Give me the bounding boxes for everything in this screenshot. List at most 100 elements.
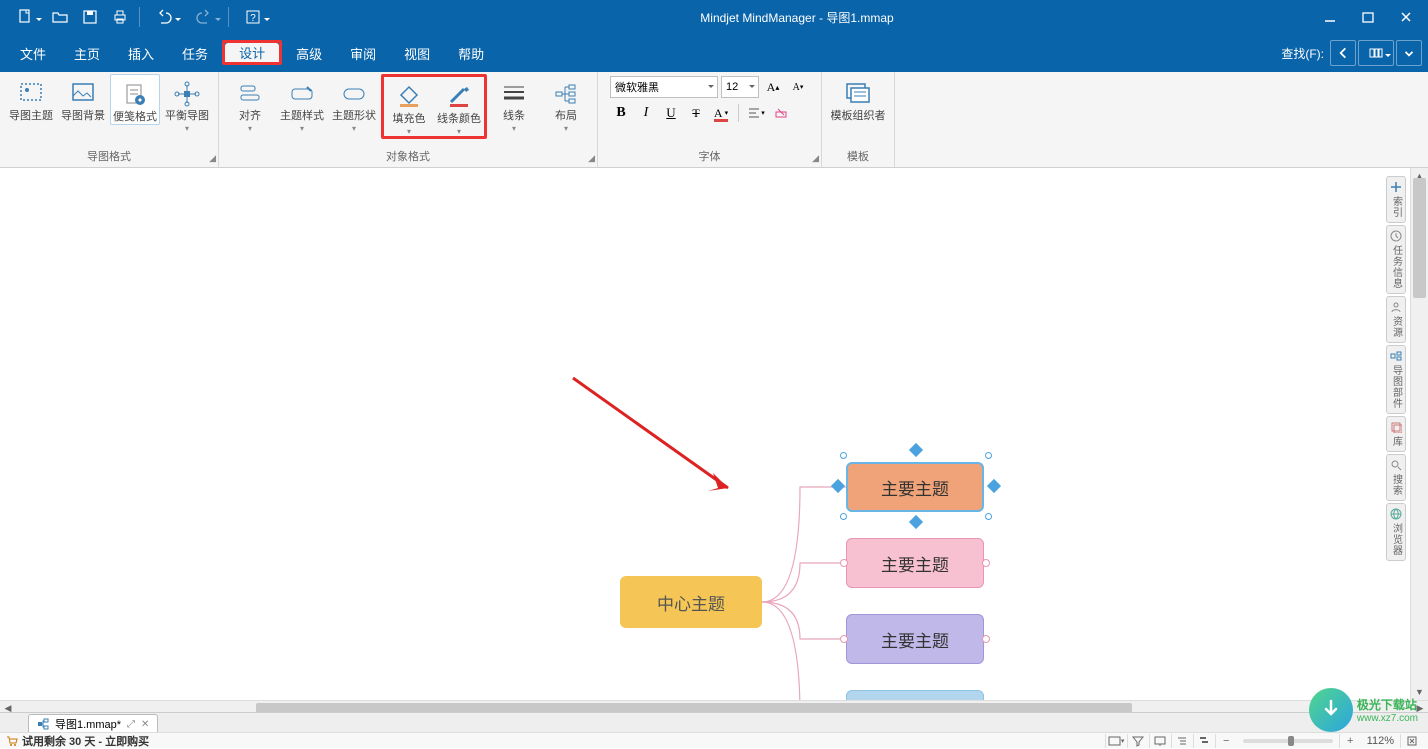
new-file-button[interactable] bbox=[6, 4, 44, 30]
handle-w[interactable] bbox=[831, 479, 845, 493]
ribbon-group-map-format: 导图主题 导图背景 便笺格式 平衡导图 ▾ 导图格式 ◢ bbox=[0, 72, 219, 167]
balance-map-button[interactable]: 平衡导图 ▾ bbox=[162, 74, 212, 133]
open-file-button[interactable] bbox=[46, 4, 74, 30]
handle-s[interactable] bbox=[909, 515, 923, 529]
menu-view[interactable]: 视图 bbox=[390, 34, 444, 72]
connector-dot[interactable] bbox=[840, 635, 848, 643]
note-format-button[interactable]: 便笺格式 bbox=[110, 74, 160, 125]
dialog-launcher-object-format[interactable]: ◢ bbox=[588, 153, 595, 164]
find-prev-button[interactable] bbox=[1330, 40, 1356, 66]
dialog-launcher-font[interactable]: ◢ bbox=[812, 153, 819, 164]
template-organizer-button[interactable]: 模板组织者 bbox=[828, 74, 888, 123]
view-filter-button[interactable] bbox=[1127, 734, 1149, 748]
main-topic-2[interactable]: 主要主题 bbox=[846, 538, 984, 588]
sidetab-resources[interactable]: 资源 bbox=[1386, 296, 1406, 343]
grow-font-button[interactable]: A▴ bbox=[762, 76, 784, 98]
sidetab-library[interactable]: 库 bbox=[1386, 416, 1406, 452]
map-background-button[interactable]: 导图背景 bbox=[58, 74, 108, 123]
close-button[interactable] bbox=[1392, 5, 1420, 29]
vertical-scrollbar[interactable]: ▲ ▼ bbox=[1410, 168, 1428, 700]
menu-review[interactable]: 审阅 bbox=[336, 34, 390, 72]
fill-color-button[interactable]: 填充色▾ bbox=[384, 77, 434, 136]
ribbon-group-template: 模板组织者 模板 bbox=[822, 72, 895, 167]
view-gantt-button[interactable] bbox=[1193, 734, 1215, 748]
menu-help[interactable]: 帮助 bbox=[444, 34, 498, 72]
align-text-button[interactable]: ▾ bbox=[745, 102, 767, 124]
vscroll-thumb[interactable] bbox=[1413, 178, 1426, 298]
font-size-combo[interactable]: 12 bbox=[721, 76, 759, 98]
watermark: 极光下载站 www.xz7.com bbox=[1309, 688, 1418, 732]
layout-button[interactable]: 布局▾ bbox=[541, 74, 591, 133]
main-topic-4[interactable]: 主要主题 bbox=[846, 690, 984, 700]
minimize-button[interactable] bbox=[1316, 5, 1344, 29]
clear-format-button[interactable] bbox=[770, 102, 792, 124]
connector-dot[interactable] bbox=[982, 635, 990, 643]
main-topic-1[interactable]: 主要主题 bbox=[846, 462, 984, 512]
highlight-fill-line-color: 填充色▾ 线条颜色▾ bbox=[381, 74, 487, 139]
cart-icon bbox=[6, 735, 18, 747]
strikethrough-button[interactable]: T bbox=[685, 102, 707, 124]
map-theme-button[interactable]: 导图主题 bbox=[6, 74, 56, 123]
canvas[interactable]: 中心主题 主要主题 主要主题 主要主题 主要主题 bbox=[0, 168, 1406, 700]
sidetab-map-parts[interactable]: 导图部件 bbox=[1386, 345, 1406, 414]
menu-task[interactable]: 任务 bbox=[168, 34, 222, 72]
font-name-combo[interactable]: 微软雅黑 bbox=[610, 76, 718, 98]
sidetab-index[interactable]: 索引 bbox=[1386, 176, 1406, 223]
layout-icon bbox=[553, 78, 579, 110]
sidetab-task-info[interactable]: 任务信息 bbox=[1386, 225, 1406, 294]
line-icon bbox=[501, 78, 527, 110]
view-mode-1-button[interactable]: ▾ bbox=[1105, 734, 1127, 748]
help-button[interactable]: ? bbox=[234, 4, 272, 30]
handle-sw[interactable] bbox=[840, 513, 847, 520]
view-presentation-button[interactable] bbox=[1149, 734, 1171, 748]
dialog-launcher-map-format[interactable]: ◢ bbox=[209, 153, 216, 164]
redo-button[interactable] bbox=[185, 4, 223, 30]
zoom-in-button[interactable]: + bbox=[1339, 734, 1361, 748]
collapse-ribbon-button[interactable] bbox=[1396, 40, 1422, 66]
underline-button[interactable]: U bbox=[660, 102, 682, 124]
view-outline-button[interactable] bbox=[1171, 734, 1193, 748]
menu-file[interactable]: 文件 bbox=[6, 34, 60, 72]
document-tab[interactable]: 导图1.mmap* ⤢ ✕ bbox=[28, 714, 158, 734]
handle-e[interactable] bbox=[987, 479, 1001, 493]
menu-advanced[interactable]: 高级 bbox=[282, 34, 336, 72]
maximize-button[interactable] bbox=[1354, 5, 1382, 29]
main-topic-3[interactable]: 主要主题 bbox=[846, 614, 984, 664]
bold-button[interactable]: B bbox=[610, 102, 632, 124]
zoom-slider[interactable] bbox=[1243, 739, 1333, 743]
line-color-icon bbox=[446, 81, 472, 113]
connector-dot[interactable] bbox=[982, 559, 990, 567]
shrink-font-button[interactable]: A▾ bbox=[787, 76, 809, 98]
italic-button[interactable]: I bbox=[635, 102, 657, 124]
zoom-level[interactable]: 112% bbox=[1367, 735, 1394, 747]
pin-tab-icon[interactable]: ⤢ bbox=[127, 719, 135, 730]
group-label-font: 字体 bbox=[604, 146, 815, 167]
undo-button[interactable] bbox=[145, 4, 183, 30]
sidetab-search[interactable]: 搜索 bbox=[1386, 454, 1406, 501]
font-color-button[interactable]: A▾ bbox=[710, 102, 732, 124]
handle-nw[interactable] bbox=[840, 452, 847, 459]
layout-toggle-button[interactable] bbox=[1358, 40, 1394, 66]
topic-style-button[interactable]: 主题样式▾ bbox=[277, 74, 327, 133]
central-topic[interactable]: 中心主题 bbox=[620, 576, 762, 628]
trial-status[interactable]: 试用剩余 30 天 - 立即购买 bbox=[22, 733, 149, 749]
handle-se[interactable] bbox=[985, 513, 992, 520]
close-tab-button[interactable]: ✕ bbox=[141, 719, 149, 730]
zoom-out-button[interactable]: − bbox=[1215, 734, 1237, 748]
window-controls bbox=[1316, 5, 1428, 29]
save-button[interactable] bbox=[76, 4, 104, 30]
print-button[interactable] bbox=[106, 4, 134, 30]
line-button[interactable]: 线条▾ bbox=[489, 74, 539, 133]
align-button[interactable]: 对齐▾ bbox=[225, 74, 275, 133]
line-color-button[interactable]: 线条颜色▾ bbox=[434, 77, 484, 136]
menu-home[interactable]: 主页 bbox=[60, 34, 114, 72]
handle-ne[interactable] bbox=[985, 452, 992, 459]
connector-dot[interactable] bbox=[840, 559, 848, 567]
topic-shape-button[interactable]: 主题形状▾ bbox=[329, 74, 379, 133]
sidetab-browser[interactable]: 浏览器 bbox=[1386, 503, 1406, 561]
menu-insert[interactable]: 插入 bbox=[114, 34, 168, 72]
menu-design[interactable]: 设计 bbox=[225, 43, 279, 62]
fit-view-button[interactable] bbox=[1400, 734, 1422, 748]
handle-n[interactable] bbox=[909, 443, 923, 457]
group-label-map-format: 导图格式 bbox=[6, 146, 212, 167]
